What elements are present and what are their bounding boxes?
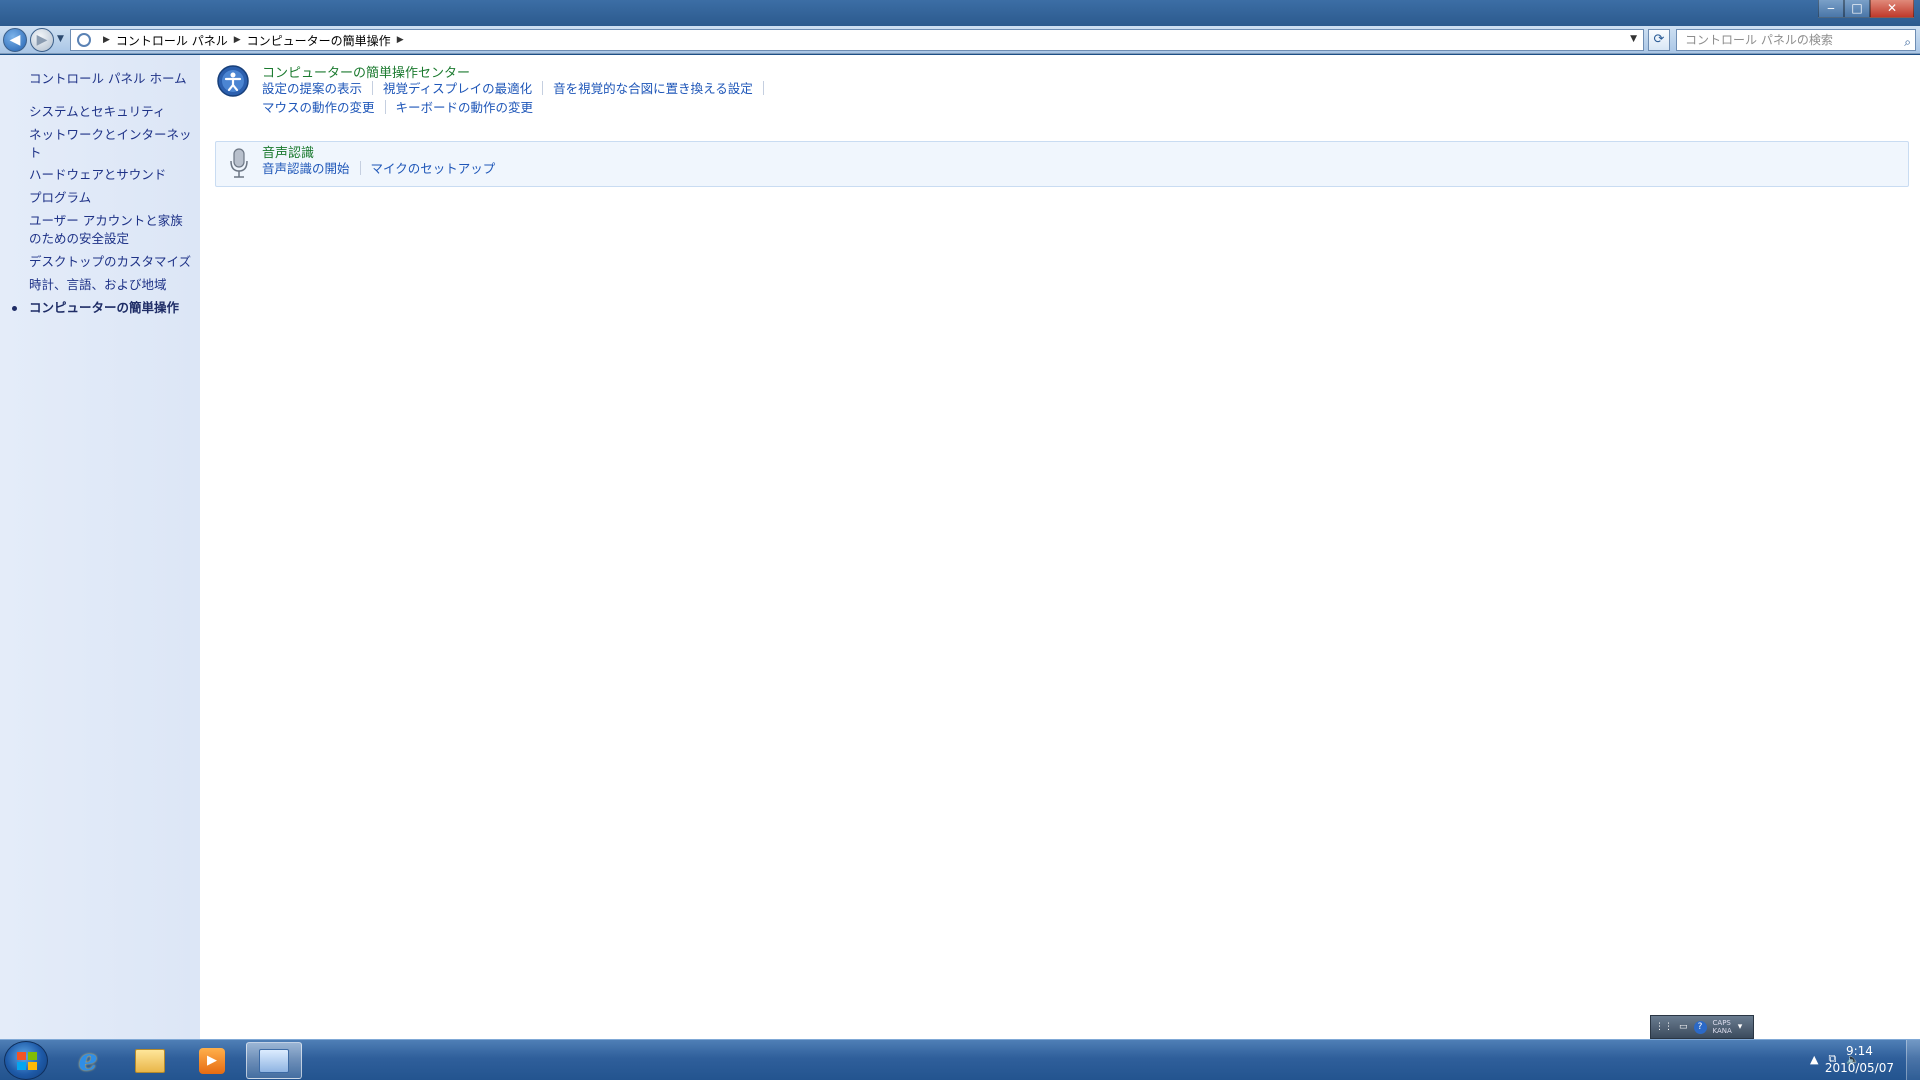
title-bar: ‒ □ ✕ — [0, 0, 1920, 26]
forward-button[interactable]: ▶ — [30, 28, 54, 52]
link-divider — [372, 80, 374, 95]
show-hidden-icons-button[interactable]: ▲ — [1810, 1053, 1818, 1066]
search-input[interactable]: コントロール パネルの検索 ⌕ — [1676, 29, 1916, 51]
clock[interactable]: 9:14 2010/05/07 — [1825, 1043, 1894, 1077]
change-mouse-link[interactable]: マウスの動作の変更 — [262, 97, 375, 116]
help-icon[interactable]: ? — [1693, 1020, 1707, 1034]
grip-icon[interactable]: ⋮⋮ — [1655, 1022, 1673, 1032]
link-divider — [762, 80, 764, 95]
refresh-button[interactable]: ⟳ — [1648, 29, 1670, 51]
start-button[interactable] — [4, 1041, 48, 1080]
current-page-bullet — [12, 306, 17, 311]
search-icon[interactable]: ⌕ — [1904, 32, 1911, 52]
search-placeholder: コントロール パネルの検索 — [1685, 33, 1833, 47]
sidebar: コントロール パネル ホーム システムとセキュリティ ネットワークとインターネッ… — [0, 55, 200, 1039]
setup-microphone-link[interactable]: マイクのセットアップ — [371, 158, 496, 177]
ease-of-access-links-row1: 設定の提案の表示 視覚ディスプレイの最適化 音を視覚的な合図に置き換える設定 — [262, 78, 774, 97]
ease-of-access-icon — [217, 65, 249, 97]
link-divider — [359, 160, 361, 175]
sidebar-item-clock-region[interactable]: 時計、言語、および地域 — [29, 276, 195, 294]
control-panel-icon — [259, 1048, 289, 1073]
breadcrumb-ease-of-access[interactable]: コンピューターの簡単操作 — [247, 32, 391, 49]
breadcrumb-control-panel[interactable]: コントロール パネル — [116, 32, 228, 49]
address-bar[interactable]: ▶ コントロール パネル ▶ コンピューターの簡単操作 ▶ ▼ — [70, 29, 1644, 51]
window-controls: ‒ □ ✕ — [1818, 0, 1914, 18]
caps-kana-indicator: CAPS KANA — [1713, 1019, 1732, 1035]
chevron-right-icon[interactable]: ▶ — [103, 35, 110, 45]
maximize-button[interactable]: □ — [1844, 0, 1870, 18]
sidebar-item-hardware-sound[interactable]: ハードウェアとサウンド — [29, 166, 195, 184]
internet-explorer-icon: e — [78, 1043, 98, 1078]
microphone-icon — [230, 148, 248, 178]
back-button[interactable]: ◀ — [3, 28, 27, 52]
ease-of-access-links-row2: マウスの動作の変更 キーボードの動作の変更 — [262, 97, 533, 116]
speech-recognition-section[interactable]: 音声認識 音声認識の開始 マイクのセットアップ — [215, 141, 1909, 187]
sidebar-item-user-accounts[interactable]: ユーザー アカウントと家族のための安全設定 — [29, 212, 195, 248]
control-panel-icon — [77, 33, 91, 47]
show-suggestions-link[interactable]: 設定の提案の表示 — [262, 78, 362, 97]
chevron-right-icon[interactable]: ▶ — [234, 35, 241, 45]
language-bar: ⋮⋮ ▭ ? CAPS KANA ▾ — [1650, 1015, 1754, 1039]
sidebar-item-home[interactable]: コントロール パネル ホーム — [29, 70, 195, 88]
chevron-right-icon[interactable]: ▶ — [397, 35, 404, 45]
language-bar-options-icon[interactable]: ▾ — [1738, 1022, 1743, 1032]
taskbar-windows-explorer[interactable] — [122, 1042, 178, 1079]
speech-recognition-links: 音声認識の開始 マイクのセットアップ — [262, 158, 495, 177]
sidebar-item-system-security[interactable]: システムとセキュリティ — [29, 103, 195, 121]
clock-time: 9:14 — [1845, 1044, 1873, 1058]
kana-label: KANA — [1712, 1027, 1732, 1035]
media-player-icon: ▶ — [199, 1047, 225, 1074]
windows-explorer-icon — [135, 1048, 165, 1073]
sidebar-item-network[interactable]: ネットワークとインターネット — [29, 126, 195, 162]
sidebar-item-desktop[interactable]: デスクトップのカスタマイズ — [29, 253, 195, 271]
sidebar-item-programs[interactable]: プログラム — [29, 189, 195, 207]
taskbar: e ▶ ▲ ⧉ 🔈 9:14 2010/05/07 — [0, 1039, 1920, 1080]
visual-cues-link[interactable]: 音を視覚的な合図に置き換える設定 — [553, 78, 753, 97]
caps-label: CAPS — [1712, 1019, 1731, 1027]
link-divider — [384, 99, 386, 114]
taskbar-media-player[interactable]: ▶ — [184, 1042, 240, 1079]
minimize-button[interactable]: ‒ — [1818, 0, 1844, 18]
navigation-bar: ◀ ▶ ▼ ▶ コントロール パネル ▶ コンピューターの簡単操作 ▶ ▼ ⟳ … — [0, 26, 1920, 54]
start-speech-recognition-link[interactable]: 音声認識の開始 — [262, 158, 350, 177]
change-keyboard-link[interactable]: キーボードの動作の変更 — [396, 97, 534, 116]
taskbar-internet-explorer[interactable]: e — [60, 1042, 116, 1079]
recent-pages-dropdown[interactable]: ▼ — [57, 34, 64, 44]
keyboard-icon[interactable]: ▭ — [1679, 1022, 1688, 1032]
address-dropdown-icon[interactable]: ▼ — [1630, 34, 1637, 44]
windows-logo-icon — [17, 1052, 37, 1070]
optimize-display-link[interactable]: 視覚ディスプレイの最適化 — [383, 78, 532, 97]
main-content: コンピューターの簡単操作センター 設定の提案の表示 視覚ディスプレイの最適化 音… — [200, 55, 1920, 1039]
clock-date: 2010/05/07 — [1824, 1061, 1894, 1075]
taskbar-control-panel[interactable] — [246, 1042, 302, 1079]
show-desktop-button[interactable] — [1906, 1040, 1920, 1080]
close-button[interactable]: ✕ — [1870, 0, 1914, 18]
sidebar-item-ease-of-access[interactable]: コンピューターの簡単操作 — [29, 299, 195, 317]
link-divider — [542, 80, 544, 95]
